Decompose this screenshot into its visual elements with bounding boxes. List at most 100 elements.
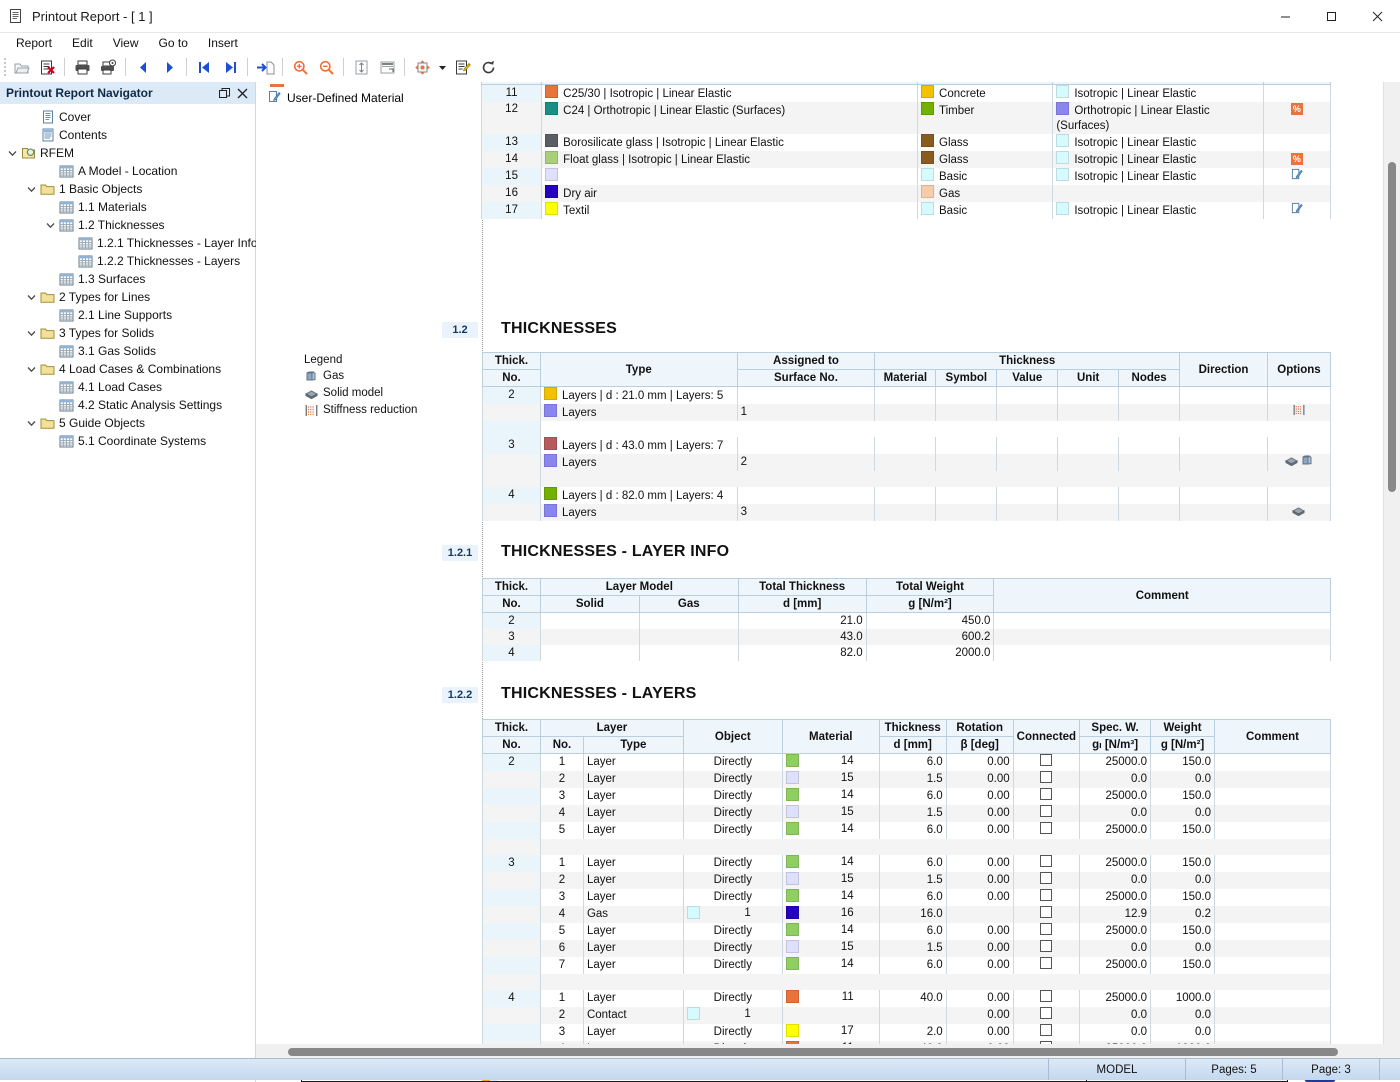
- connected-checkbox[interactable]: [1040, 940, 1052, 952]
- navigator-item-rfem[interactable]: RFEM: [0, 144, 255, 162]
- navigator-item-1-2-1-thicknesses-layer-info[interactable]: 1.2.1 Thicknesses - Layer Info: [0, 234, 255, 252]
- navigator-item-2-types-for-lines[interactable]: 2 Types for Lines: [0, 288, 255, 306]
- window-controls: [1262, 0, 1400, 32]
- layer-connected: [1013, 754, 1079, 772]
- zoom-in-icon[interactable]: [287, 55, 313, 79]
- thickness-nodes: [1119, 437, 1180, 454]
- navigator-item-3-1-gas-solids[interactable]: 3.1 Gas Solids: [0, 342, 255, 360]
- last-page-icon[interactable]: [217, 55, 243, 79]
- color-swatch: [545, 202, 558, 215]
- fit-width-icon[interactable]: [374, 55, 400, 79]
- navigator-tree[interactable]: CoverContentsRFEMA Model - Location1 Bas…: [0, 104, 255, 450]
- lt-gl: gₗ [N/m³]: [1080, 737, 1151, 754]
- connected-checkbox[interactable]: [1040, 788, 1052, 800]
- color-swatch: [786, 957, 799, 970]
- connected-checkbox[interactable]: [1040, 855, 1052, 867]
- navigator-item-1-2-thicknesses[interactable]: 1.2 Thicknesses: [0, 216, 255, 234]
- connected-checkbox[interactable]: [1040, 822, 1052, 834]
- navigator-item-1-3-surfaces[interactable]: 1.3 Surfaces: [0, 270, 255, 288]
- next-page-icon[interactable]: [156, 55, 182, 79]
- menu-item-edit[interactable]: Edit: [62, 34, 103, 52]
- expand-collapse-chevron-icon[interactable]: [23, 361, 39, 377]
- connected-checkbox[interactable]: [1040, 923, 1052, 935]
- menu-item-insert[interactable]: Insert: [198, 34, 248, 52]
- percent-icon: %: [1291, 103, 1303, 115]
- color-swatch: [545, 185, 558, 198]
- navigator-item-4-load-cases-combinations[interactable]: 4 Load Cases & Combinations: [0, 360, 255, 378]
- navigator-item-4-1-load-cases[interactable]: 4.1 Load Cases: [0, 378, 255, 396]
- material-model: Orthotropic | Linear Elastic (Surfaces): [1053, 102, 1263, 134]
- expand-collapse-chevron-icon[interactable]: [42, 217, 58, 233]
- menu-item-goto[interactable]: Go to: [149, 34, 198, 52]
- thickness-assigned-surface: [737, 387, 875, 405]
- selection-dropdown-icon[interactable]: [435, 55, 449, 79]
- menu-item-view[interactable]: View: [103, 34, 149, 52]
- connected-checkbox[interactable]: [1040, 805, 1052, 817]
- thickness-type: Layers | d : 43.0 mm | Layers: 7: [540, 437, 737, 454]
- layer-spec-weight: 12.9: [1080, 906, 1151, 923]
- thickness-direction: [1180, 387, 1268, 405]
- navigator-item-cover[interactable]: Cover: [0, 108, 255, 126]
- minimize-button[interactable]: [1262, 0, 1308, 32]
- navigator-item-1-2-2-thicknesses-layers[interactable]: 1.2.2 Thicknesses - Layers: [0, 252, 255, 270]
- expand-collapse-chevron-icon[interactable]: [23, 181, 39, 197]
- navigator-item-5-guide-objects[interactable]: 5 Guide Objects: [0, 414, 255, 432]
- connected-checkbox[interactable]: [1040, 990, 1052, 1002]
- legend-title: Legend: [304, 354, 417, 366]
- expand-collapse-chevron-icon[interactable]: [23, 289, 39, 305]
- connected-checkbox[interactable]: [1040, 872, 1052, 884]
- navigator-item-1-basic-objects[interactable]: 1 Basic Objects: [0, 180, 255, 198]
- vertical-scrollbar[interactable]: [1383, 82, 1400, 1062]
- vertical-scrollbar-thumb[interactable]: [1388, 162, 1396, 492]
- horizontal-scrollbar-thumb[interactable]: [288, 1048, 1338, 1056]
- expand-collapse-chevron-icon[interactable]: [23, 325, 39, 341]
- open-report-icon[interactable]: [8, 55, 34, 79]
- connected-checkbox[interactable]: [1040, 906, 1052, 918]
- material-category: Gas: [918, 185, 1053, 202]
- edit-report-icon[interactable]: [449, 55, 475, 79]
- layer-weight: 0.0: [1151, 1024, 1215, 1041]
- go-to-page-icon[interactable]: [252, 55, 278, 79]
- expand-collapse-chevron-icon[interactable]: [23, 415, 39, 431]
- print-settings-icon[interactable]: [95, 55, 121, 79]
- navigator-item-3-types-for-solids[interactable]: 3 Types for Solids: [0, 324, 255, 342]
- navigator-item-a-model-location[interactable]: A Model - Location: [0, 162, 255, 180]
- close-button[interactable]: [1354, 0, 1400, 32]
- previous-page-icon[interactable]: [130, 55, 156, 79]
- navigator-item-4-2-static-analysis-settings[interactable]: 4.2 Static Analysis Settings: [0, 396, 255, 414]
- navigator-item-contents[interactable]: Contents: [0, 126, 255, 144]
- table-row: 3LayerDirectly146.00.0025000.0150.0: [483, 889, 1331, 906]
- zoom-out-icon[interactable]: [313, 55, 339, 79]
- info-comment: [994, 629, 1331, 645]
- delete-report-icon[interactable]: [34, 55, 60, 79]
- tree-spacer: [42, 163, 58, 179]
- table-icon: [58, 217, 75, 233]
- navigator-item-1-1-materials[interactable]: 1.1 Materials: [0, 198, 255, 216]
- navigator-item-5-1-coordinate-systems[interactable]: 5.1 Coordinate Systems: [0, 432, 255, 450]
- layer-weight: 150.0: [1151, 957, 1215, 974]
- connected-checkbox[interactable]: [1040, 754, 1052, 766]
- layer-connected: [1013, 1024, 1079, 1041]
- layer-thickness: 1.5: [879, 771, 946, 788]
- first-page-icon[interactable]: [191, 55, 217, 79]
- fit-page-icon[interactable]: [348, 55, 374, 79]
- connected-checkbox[interactable]: [1040, 957, 1052, 969]
- undock-icon[interactable]: [215, 84, 233, 102]
- connected-checkbox[interactable]: [1040, 889, 1052, 901]
- connected-checkbox[interactable]: [1040, 1007, 1052, 1019]
- layer-material: 14: [782, 822, 879, 839]
- folder-icon: [39, 415, 56, 431]
- navigator-item-2-1-line-supports[interactable]: 2.1 Line Supports: [0, 306, 255, 324]
- refresh-icon[interactable]: [475, 55, 501, 79]
- menu-item-report[interactable]: Report: [6, 34, 62, 52]
- maximize-button[interactable]: [1308, 0, 1354, 32]
- color-swatch: [545, 85, 558, 98]
- selection-mode-icon[interactable]: [409, 55, 435, 79]
- connected-checkbox[interactable]: [1040, 1024, 1052, 1036]
- expand-collapse-chevron-icon[interactable]: [4, 145, 20, 161]
- li-solid: Solid: [540, 596, 639, 613]
- layer-weight: 1000.0: [1151, 990, 1215, 1007]
- close-icon[interactable]: [233, 84, 251, 102]
- print-icon[interactable]: [69, 55, 95, 79]
- connected-checkbox[interactable]: [1040, 771, 1052, 783]
